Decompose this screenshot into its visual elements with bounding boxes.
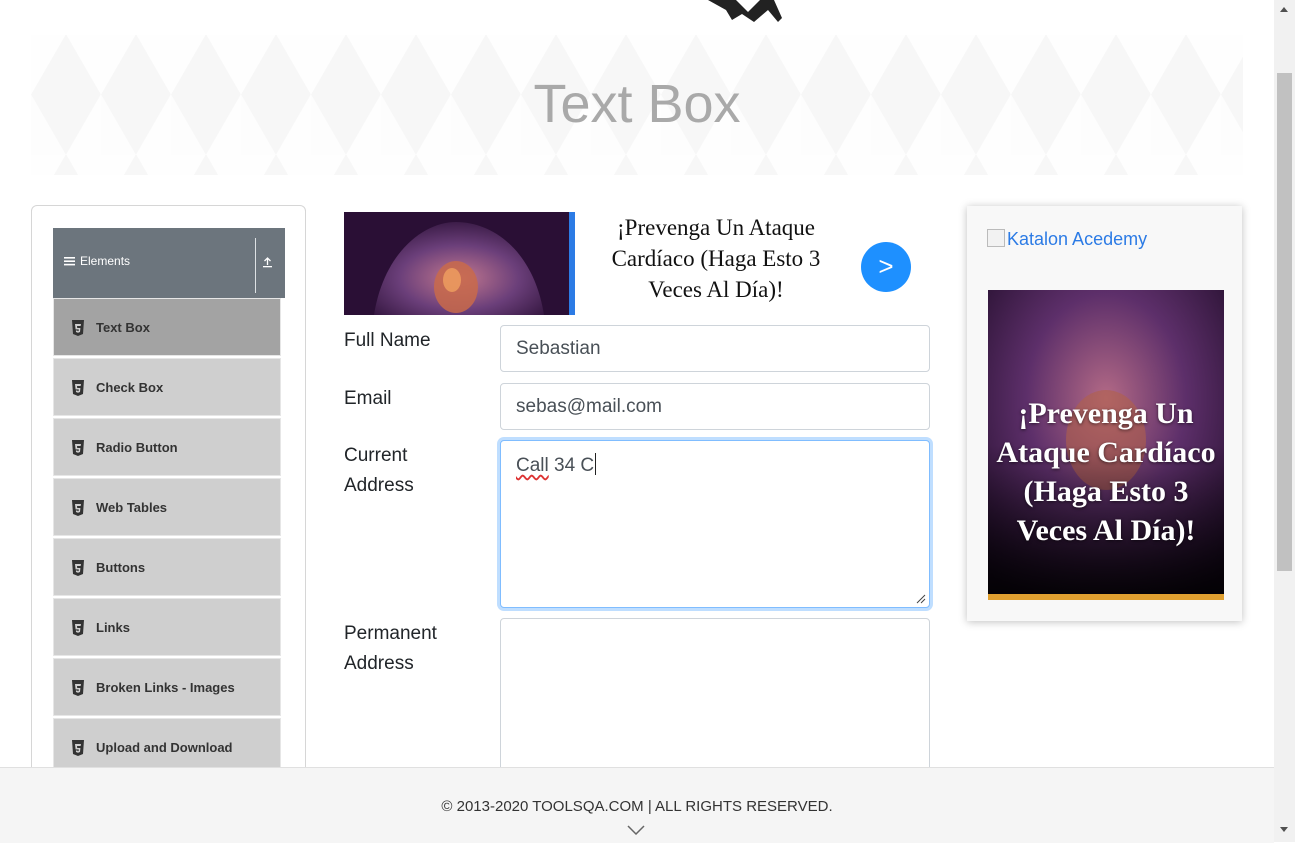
header-divider	[255, 238, 256, 293]
html5-icon	[72, 500, 84, 516]
sidebar-item-label: Links	[96, 620, 130, 635]
sidebar-item-label: Radio Button	[96, 440, 178, 455]
sidebar-item-label: Web Tables	[96, 500, 168, 515]
html5-icon	[72, 380, 84, 396]
katalon-academy-link[interactable]: Katalon Acedemy	[987, 229, 1147, 250]
html5-icon	[72, 740, 84, 756]
full-name-value: Sebastian	[516, 338, 601, 359]
permanent-address-label-line2: Address	[344, 653, 414, 674]
ad-heart-image	[344, 212, 569, 315]
page-scrollbar[interactable]	[1274, 0, 1295, 842]
current-address-label-line2: Address	[344, 475, 414, 496]
sidebar-item-label: Buttons	[96, 560, 146, 575]
html5-icon	[72, 440, 84, 456]
html5-icon	[72, 620, 84, 636]
sidebar-item-label: Text Box	[96, 320, 150, 335]
current-address-value: 34 C	[548, 455, 595, 476]
sidebar-item-label: Broken Links - Images	[96, 680, 235, 695]
sidebar-item-buttons[interactable]: Buttons	[53, 538, 281, 596]
page-title: Text Box	[533, 74, 741, 134]
collapse-up-icon[interactable]	[262, 256, 273, 268]
html5-icon	[72, 560, 84, 576]
permanent-address-label-line1: Permanent	[344, 623, 437, 644]
sidebar-item-broken-links[interactable]: Broken Links - Images	[53, 658, 281, 716]
sidebar-item-web-tables[interactable]: Web Tables	[53, 478, 281, 536]
sidebar-group-elements[interactable]: Elements	[53, 228, 285, 298]
sidebar-item-label: Check Box	[96, 380, 164, 395]
full-name-input[interactable]: Sebastian	[500, 325, 930, 372]
misspelled-word: Call	[516, 455, 549, 476]
scroll-down-arrow-icon[interactable]	[1279, 826, 1289, 834]
scroll-thumb[interactable]	[1277, 73, 1292, 571]
text-caret	[595, 453, 597, 475]
footer: © 2013-2020 TOOLSQA.COM | ALL RIGHTS RES…	[0, 767, 1274, 843]
ad-side-bar	[988, 594, 1224, 600]
ad-divider-bar	[569, 212, 575, 315]
footer-copyright: © 2013-2020 TOOLSQA.COM | ALL RIGHTS RES…	[441, 798, 833, 815]
email-label: Email	[344, 388, 392, 409]
full-name-label: Full Name	[344, 330, 431, 351]
sidebar-item-label: Upload and Download	[96, 740, 233, 755]
logo-icon[interactable]	[708, 0, 784, 22]
ad-next-button[interactable]: >	[861, 242, 911, 292]
html5-icon	[72, 320, 84, 336]
current-address-textarea[interactable]: Call 34 C	[500, 440, 930, 608]
permanent-address-label: Permanent Address	[344, 619, 437, 679]
sidebar-item-check-box[interactable]: Check Box	[53, 358, 281, 416]
current-address-label-line1: Current	[344, 445, 408, 466]
katalon-link-text: Katalon Acedemy	[1007, 229, 1148, 249]
resize-grip-icon[interactable]	[916, 594, 926, 604]
sidebar-item-links[interactable]: Links	[53, 598, 281, 656]
ad-headline[interactable]: ¡Prevenga Un Ataque Cardíaco (Haga Esto …	[596, 212, 836, 305]
permanent-address-textarea[interactable]	[500, 618, 930, 778]
menu-icon	[64, 257, 75, 266]
ad-banner-side[interactable]: ¡Prevenga Un Ataque Cardíaco (Haga Esto …	[988, 290, 1224, 600]
ad-side-headline[interactable]: ¡Prevenga Un Ataque Cardíaco (Haga Esto …	[988, 394, 1224, 550]
email-input[interactable]: sebas@mail.com	[500, 383, 930, 430]
ad-banner-top[interactable]: ¡Prevenga Un Ataque Cardíaco (Haga Esto …	[344, 212, 924, 315]
broken-image-icon	[987, 229, 1005, 247]
page-banner: Text Box	[31, 35, 1243, 175]
current-address-label: Current Address	[344, 441, 414, 501]
sidebar-group-label: Elements	[80, 254, 131, 268]
email-value: sebas@mail.com	[516, 396, 662, 417]
chevron-down-icon[interactable]	[627, 825, 645, 835]
sidebar-item-text-box[interactable]: Text Box	[53, 298, 281, 356]
html5-icon	[72, 680, 84, 696]
sidebar-item-radio-button[interactable]: Radio Button	[53, 418, 281, 476]
scroll-up-arrow-icon[interactable]	[1279, 5, 1289, 13]
